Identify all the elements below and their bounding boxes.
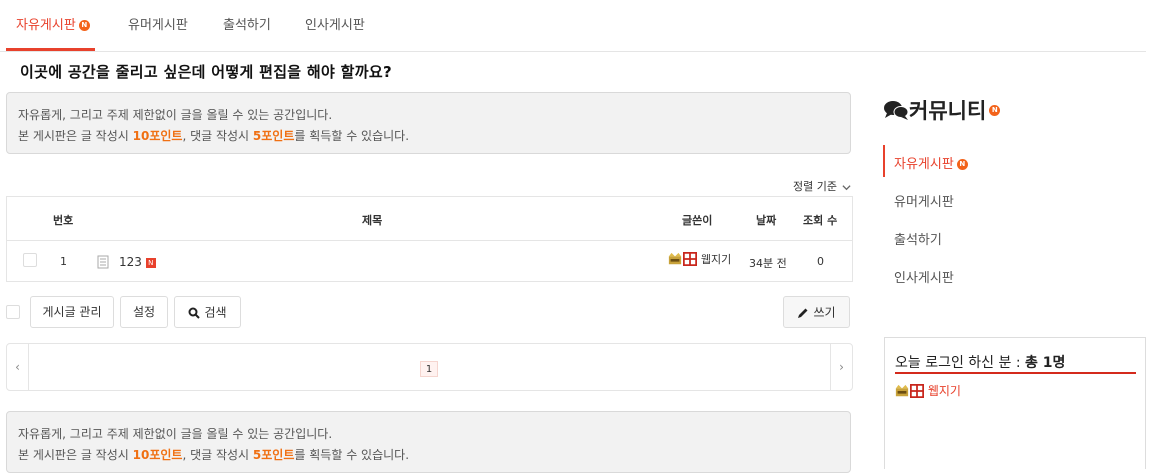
row-checkbox[interactable] (23, 253, 37, 267)
notice-line-1: 자유롭게, 그리고 주제 제한없이 글을 올릴 수 있는 공간입니다. (18, 427, 333, 441)
login-users-widget: 오늘 로그인 하신 분 : 총 1명 웹지기 (884, 337, 1146, 469)
login-widget-title: 오늘 로그인 하신 분 : 총 1명 (895, 355, 1066, 371)
tab-free-board[interactable]: 자유게시판 N (16, 14, 90, 33)
row-num: 1 (60, 255, 67, 268)
pencil-icon (798, 308, 808, 318)
row-title-link[interactable]: 123 N (119, 255, 156, 269)
new-badge: N (956, 159, 968, 170)
crown-icon (895, 384, 909, 396)
tab-humor-board[interactable]: 유머게시판 (128, 14, 188, 33)
select-all-checkbox[interactable] (6, 305, 20, 319)
notice-line-1: 자유롭게, 그리고 주제 제한없이 글을 올릴 수 있는 공간입니다. (18, 108, 333, 122)
level-icon (683, 252, 697, 266)
level-icon (910, 383, 924, 398)
chat-bubbles-icon (884, 101, 909, 120)
settings-button[interactable]: 설정 (120, 296, 168, 328)
page-number-current[interactable]: 1 (420, 361, 438, 377)
manage-posts-button[interactable]: 게시글 관리 (30, 296, 114, 328)
board-notice-bottom: 자유롭게, 그리고 주제 제한없이 글을 올릴 수 있는 공간입니다. 본 게시… (6, 411, 851, 473)
active-tab-underline (6, 48, 95, 51)
prev-page-button[interactable]: ‹ (7, 344, 29, 390)
tab-greeting-board[interactable]: 인사게시판 (305, 14, 365, 33)
sidebar-item-greeting-board[interactable]: 인사게시판 (894, 267, 954, 286)
post-table: 번호 제목 글쓴이 날짜 조회 수 1 123 N 웹지기 34분 전 0 (6, 196, 853, 282)
next-page-button[interactable]: › (830, 344, 852, 390)
header-views: 조회 수 (803, 214, 838, 227)
notice-line-2: 본 게시판은 글 작성시 10포인트, 댓글 작성시 5포인트를 획득할 수 있… (18, 129, 410, 143)
page-heading: 이곳에 공간을 줄리고 싶은데 어떻게 편집을 해야 할까요? (20, 63, 392, 81)
header-divider (7, 240, 852, 241)
header-title: 제목 (362, 214, 383, 227)
sort-dropdown[interactable]: 정렬 기준 (793, 178, 852, 194)
new-badge: N (78, 20, 90, 31)
header-num: 번호 (53, 214, 74, 227)
magnifier-icon (188, 307, 201, 319)
search-button[interactable]: 검색 (174, 296, 241, 328)
header-date: 날짜 (756, 214, 777, 227)
new-badge: N (989, 104, 1001, 116)
crown-icon (668, 252, 682, 265)
login-widget-divider (895, 372, 1136, 374)
header-author: 글쓴이 (682, 214, 713, 227)
new-badge: N (145, 257, 156, 268)
tab-attendance[interactable]: 출석하기 (223, 14, 271, 33)
logged-in-user[interactable]: 웹지기 (895, 382, 961, 399)
chevron-down-icon (842, 184, 852, 190)
document-icon (97, 255, 109, 269)
row-views: 0 (817, 255, 824, 268)
row-author[interactable]: 웹지기 (668, 251, 731, 267)
board-tabs: 자유게시판 N 유머게시판 출석하기 인사게시판 (0, 0, 1146, 52)
write-button[interactable]: 쓰기 (783, 296, 850, 328)
row-date: 34분 전 (749, 257, 787, 270)
pagination: ‹ 1 › (6, 343, 853, 391)
sidebar-item-free-board[interactable]: 자유게시판 N (894, 153, 968, 172)
sidebar-item-humor-board[interactable]: 유머게시판 (894, 191, 954, 210)
sidebar-item-attendance[interactable]: 출석하기 (894, 229, 942, 248)
board-notice: 자유롭게, 그리고 주제 제한없이 글을 올릴 수 있는 공간입니다. 본 게시… (6, 92, 851, 154)
notice-line-2: 본 게시판은 글 작성시 10포인트, 댓글 작성시 5포인트를 획득할 수 있… (18, 448, 410, 462)
sidebar-title: 커뮤니티 N (883, 95, 1001, 125)
sidebar-active-indicator (883, 145, 885, 177)
